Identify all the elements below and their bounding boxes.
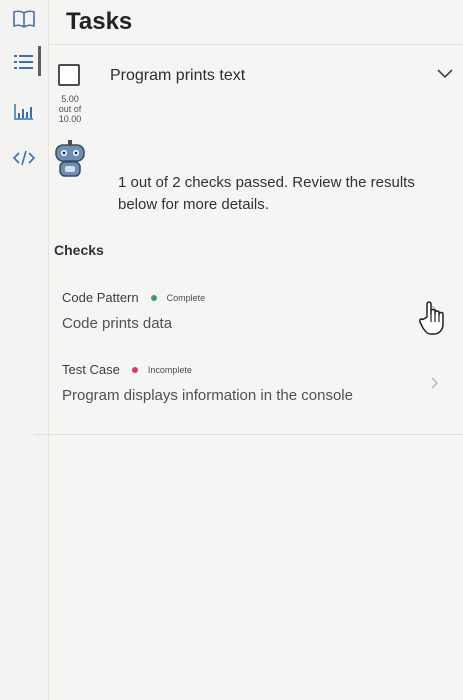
active-indicator: [38, 46, 41, 76]
status-badge: Complete: [166, 292, 206, 303]
score-badge: 5.00 out of 10.00: [50, 94, 90, 124]
page-title: Tasks: [66, 8, 133, 35]
score-value: 5.00: [61, 94, 79, 104]
chevron-down-icon[interactable]: [437, 66, 453, 84]
check-item[interactable]: Test Case Incomplete Program displays in…: [48, 362, 463, 424]
hand-cursor-icon: [418, 300, 446, 341]
sidebar: [0, 0, 49, 700]
check-type: Test Case: [62, 362, 120, 377]
status-dot: [131, 366, 138, 373]
chevron-right-icon[interactable]: [431, 376, 439, 394]
status-dot: [150, 294, 157, 301]
task-checkbox[interactable]: [58, 64, 80, 86]
check-header: Code Pattern Complete: [62, 290, 205, 305]
check-description: Program displays information in the cons…: [62, 387, 353, 404]
check-header: Test Case Incomplete: [62, 362, 192, 377]
status-badge: Incomplete: [147, 364, 192, 375]
task-label: Program prints text: [110, 67, 246, 84]
check-item[interactable]: Code Pattern Complete Code prints data: [48, 290, 463, 352]
bar-chart-icon[interactable]: [0, 104, 48, 120]
check-type: Code Pattern: [62, 290, 139, 305]
header: Tasks: [48, 0, 463, 45]
checks-heading: Checks: [54, 242, 104, 258]
task-row[interactable]: Program prints text: [48, 46, 463, 106]
score-max: 10.00: [58, 114, 82, 124]
robot-icon: [52, 140, 88, 185]
check-description: Code prints data: [62, 315, 173, 332]
result-message: 1 out of 2 checks passed. Review the res…: [118, 174, 415, 213]
book-icon[interactable]: [0, 10, 48, 28]
divider: [34, 434, 463, 435]
code-icon[interactable]: [0, 150, 48, 166]
score-out-of: out of: [58, 104, 82, 114]
